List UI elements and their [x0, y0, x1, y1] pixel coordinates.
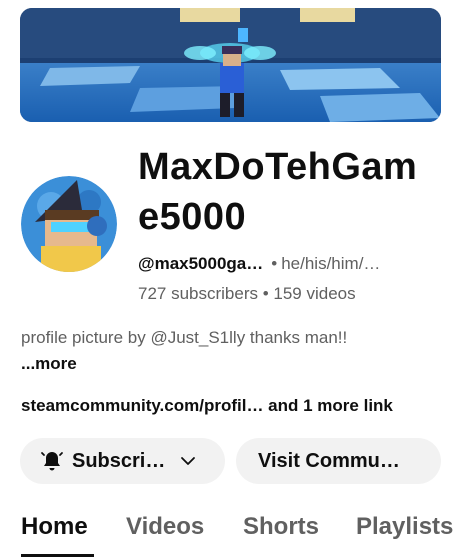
subscribe-button[interactable]: Subscri… — [20, 438, 225, 484]
chevron-down-icon — [181, 457, 196, 465]
description-text: profile picture by @Just_S1lly thanks ma… — [21, 328, 348, 347]
channel-banner — [20, 8, 441, 122]
channel-tabs: Home Videos Shorts Playlists — [21, 510, 460, 560]
bell-icon — [41, 452, 63, 471]
tab-home[interactable]: Home — [21, 510, 88, 544]
active-tab-indicator — [21, 554, 94, 557]
tab-videos[interactable]: Videos — [126, 510, 204, 544]
tab-playlists[interactable]: Playlists — [356, 510, 453, 544]
channel-handle-row: @max5000ga… • he/his/him/… — [138, 252, 440, 276]
channel-avatar[interactable] — [21, 176, 117, 272]
channel-name: MaxDoTehGam e5000 — [138, 142, 438, 242]
channel-handle[interactable]: @max5000ga… — [138, 254, 263, 274]
more-link[interactable]: ...more — [21, 354, 77, 373]
channel-name-line1: MaxDoTehGam — [138, 146, 418, 188]
channel-stats: 727 subscribers • 159 videos — [138, 284, 356, 303]
tab-shorts[interactable]: Shorts — [243, 510, 319, 544]
channel-pronouns: he/his/him/… — [281, 254, 381, 273]
subscribe-label: Subscri… — [72, 449, 166, 472]
visit-community-button[interactable]: Visit Commu… — [236, 438, 441, 484]
channel-links[interactable]: steamcommunity.com/profil… and 1 more li… — [21, 396, 446, 416]
channel-name-line2: e5000 — [138, 196, 247, 238]
visit-community-label: Visit Commu… — [258, 449, 400, 472]
separator-dot: • — [271, 254, 278, 273]
channel-description[interactable]: profile picture by @Just_S1lly thanks ma… — [21, 325, 381, 377]
